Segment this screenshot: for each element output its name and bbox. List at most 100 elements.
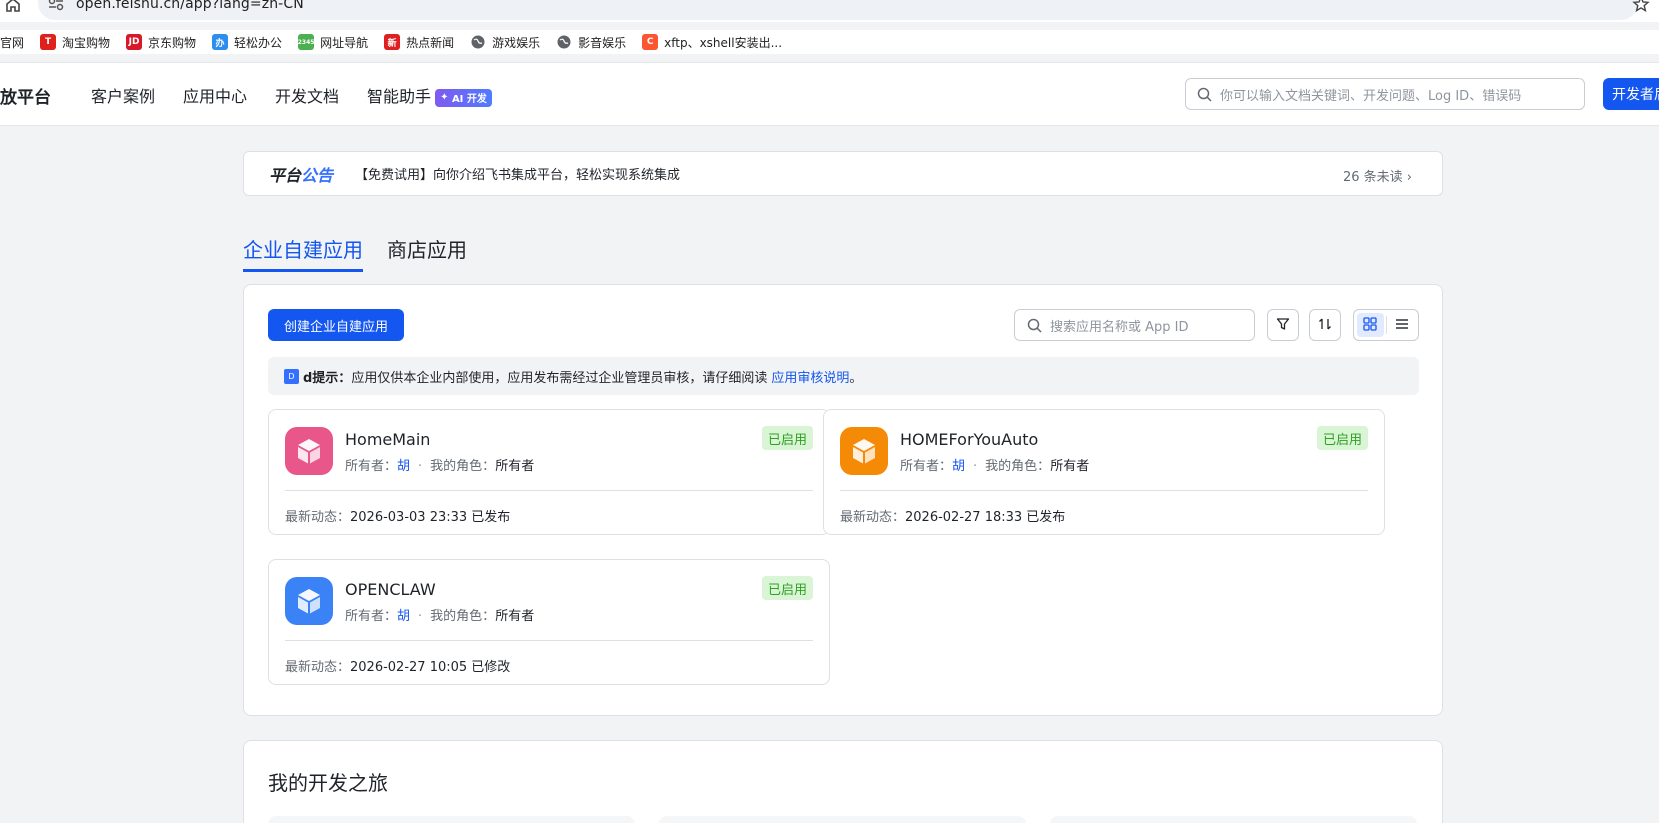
card-divider xyxy=(285,490,813,491)
chevron-right-icon: › xyxy=(1406,170,1412,185)
app-search-input[interactable]: 搜索应用名称或 App ID xyxy=(1014,309,1255,341)
app-type-tabs: 企业自建应用 商店应用 xyxy=(243,230,491,272)
owner-label: 所有者： xyxy=(900,459,953,474)
journey-card[interactable] xyxy=(659,816,1026,823)
role-value: 所有者 xyxy=(1050,459,1090,474)
bookmark-item[interactable]: T 淘宝购物 xyxy=(40,30,110,54)
ai-badge-label: AI 开发 xyxy=(451,94,487,105)
browser-address-bar: open.feishu.cn/app?lang=zh-CN xyxy=(0,0,1659,22)
owner-name[interactable]: 胡 xyxy=(397,459,410,474)
latest-activity: 最新动态：2026-03-03 23:33 已发布 xyxy=(285,506,510,525)
dev-journey-section: 我的开发之旅 xyxy=(243,740,1443,823)
bookmark-item[interactable]: 办 轻松办公 xyxy=(212,30,282,54)
role-label: 我的角色： xyxy=(430,459,496,474)
platform-announcement[interactable]: 平台公告 【免费试用】向你介绍飞书集成平台，轻松实现系统集成 26 条未读 › xyxy=(243,151,1443,196)
nav-links: 客户案例 应用中心 开发文档 智能助手 ✦ AI 开发 xyxy=(91,63,520,127)
app-card-homeforyouauto[interactable]: HOMEForYouAuto 所有者：胡 · 我的角色：所有者 已启用 最新动态：2… xyxy=(823,409,1385,535)
create-app-button[interactable]: 创建企业自建应用 xyxy=(268,309,404,341)
filter-icon xyxy=(1276,316,1290,335)
activity-value: 2026-03-03 23:33 已发布 xyxy=(350,510,511,525)
doc-search-placeholder: 你可以输入文档关键词、开发问题、Log ID、错误码 xyxy=(1220,88,1522,104)
bookmark-label: 游戏娱乐 xyxy=(492,35,541,50)
apps-panel: 创建企业自建应用 搜索应用名称或 App ID D d提示： 应用仅供本企业内部… xyxy=(243,284,1443,716)
role-label: 我的角色： xyxy=(430,609,496,624)
view-toggle-divider xyxy=(1385,316,1387,334)
bookmark-item[interactable]: C xftp、xshell安装出... xyxy=(642,30,782,54)
jd-icon: JD xyxy=(126,34,143,50)
meta-separator: · xyxy=(418,609,423,624)
nav-2345-icon: 2345 xyxy=(298,34,314,50)
bookmark-item[interactable]: JD 京东购物 xyxy=(126,30,196,54)
office-icon: 办 xyxy=(212,34,229,50)
grid-icon xyxy=(1363,316,1377,335)
news-icon: 新 xyxy=(384,34,401,50)
bookmark-item[interactable]: 影音娱乐 xyxy=(556,30,626,54)
unread-count: 26 条未读 xyxy=(1342,170,1403,185)
announcement-text[interactable]: 【免费试用】向你介绍飞书集成平台，轻松实现系统集成 xyxy=(355,164,680,183)
status-badge: 已启用 xyxy=(1316,426,1368,450)
tab-store-apps[interactable]: 商店应用 xyxy=(387,230,467,272)
app-meta: 所有者：胡 · 我的角色：所有者 xyxy=(900,455,1089,474)
owner-label: 所有者： xyxy=(345,459,398,474)
app-name: OPENCLAW xyxy=(345,580,436,599)
nav-link-app-center[interactable]: 应用中心 xyxy=(183,83,247,107)
developer-console-button[interactable]: 开发者后台 xyxy=(1603,78,1659,110)
activity-label: 最新动态： xyxy=(840,510,906,525)
status-badge: 已启用 xyxy=(761,426,813,450)
list-icon xyxy=(1395,316,1409,335)
owner-name[interactable]: 胡 xyxy=(952,459,965,474)
nav-link-docs[interactable]: 开发文档 xyxy=(275,83,339,107)
filter-button[interactable] xyxy=(1267,309,1299,341)
bookmark-item[interactable]: 2345 网址导航 xyxy=(298,30,368,54)
unread-count-link[interactable]: 26 条未读 › xyxy=(1343,166,1412,185)
owner-name[interactable]: 胡 xyxy=(397,609,410,624)
bookmark-item[interactable]: 官网 xyxy=(0,30,24,54)
app-cube-icon xyxy=(285,577,333,625)
review-guide-link[interactable]: 应用审核说明 xyxy=(771,367,849,386)
review-tip: D d提示： 应用仅供本企业内部使用，应用发布需经过企业管理员审核，请仔细阅读 … xyxy=(268,357,1419,395)
app-card-homemain[interactable]: HomeMain 所有者：胡 · 我的角色：所有者 已启用 最新动态：2026-03… xyxy=(268,409,830,535)
status-badge: 已启用 xyxy=(761,576,813,600)
announcement-title-a: 平台 xyxy=(269,165,302,185)
globe-icon xyxy=(470,34,486,50)
nav-link-assistant-label: 智能助手 xyxy=(367,87,432,106)
nav-link-assistant[interactable]: 智能助手 ✦ AI 开发 xyxy=(367,83,492,107)
list-view-button[interactable] xyxy=(1388,313,1415,337)
bookmark-label: 影音娱乐 xyxy=(578,35,627,50)
role-value: 所有者 xyxy=(495,609,535,624)
latest-activity: 最新动态：2026-02-27 10:05 已修改 xyxy=(285,656,510,675)
role-label: 我的角色： xyxy=(985,459,1051,474)
tab-internal-apps[interactable]: 企业自建应用 xyxy=(243,230,363,272)
app-cube-icon xyxy=(840,427,888,475)
bookmark-label: xftp、xshell安装出... xyxy=(664,35,783,50)
latest-activity: 最新动态：2026-02-27 18:33 已发布 xyxy=(840,506,1065,525)
site-settings-icon[interactable] xyxy=(48,0,64,11)
grid-view-button[interactable] xyxy=(1357,313,1384,337)
app-search-placeholder: 搜索应用名称或 App ID xyxy=(1050,319,1189,335)
bookmark-star-icon[interactable] xyxy=(1632,0,1650,13)
sort-button[interactable] xyxy=(1309,309,1341,341)
bookmark-item[interactable]: 新 热点新闻 xyxy=(384,30,454,54)
announcement-title: 平台公告 xyxy=(269,162,333,186)
globe-icon xyxy=(556,34,572,50)
app-cube-icon xyxy=(285,427,333,475)
bookmark-item[interactable]: 游戏娱乐 xyxy=(470,30,540,54)
meta-separator: · xyxy=(418,459,423,474)
url-text[interactable]: open.feishu.cn/app?lang=zh-CN xyxy=(76,0,304,12)
bookmark-label: 淘宝购物 xyxy=(62,35,111,50)
activity-label: 最新动态： xyxy=(285,660,351,675)
journey-card[interactable] xyxy=(1050,816,1417,823)
tip-end: 。 xyxy=(849,370,863,386)
bookmark-label: 热点新闻 xyxy=(406,35,455,50)
activity-label: 最新动态： xyxy=(285,510,351,525)
app-card-openclaw[interactable]: OPENCLAW 所有者：胡 · 我的角色：所有者 已启用 最新动态：2026-02… xyxy=(268,559,830,685)
bookmark-label: 网址导航 xyxy=(320,35,369,50)
search-icon xyxy=(1027,318,1042,333)
doc-search-input[interactable]: 你可以输入文档关键词、开发问题、Log ID、错误码 xyxy=(1185,78,1585,110)
ai-dev-badge: ✦ AI 开发 xyxy=(435,88,492,107)
nav-link-cases[interactable]: 客户案例 xyxy=(91,83,155,107)
brand-logo-text[interactable]: 放平台 xyxy=(0,83,51,108)
home-icon[interactable] xyxy=(4,0,22,14)
view-mode-toggle xyxy=(1353,309,1419,341)
journey-card[interactable] xyxy=(268,816,635,823)
